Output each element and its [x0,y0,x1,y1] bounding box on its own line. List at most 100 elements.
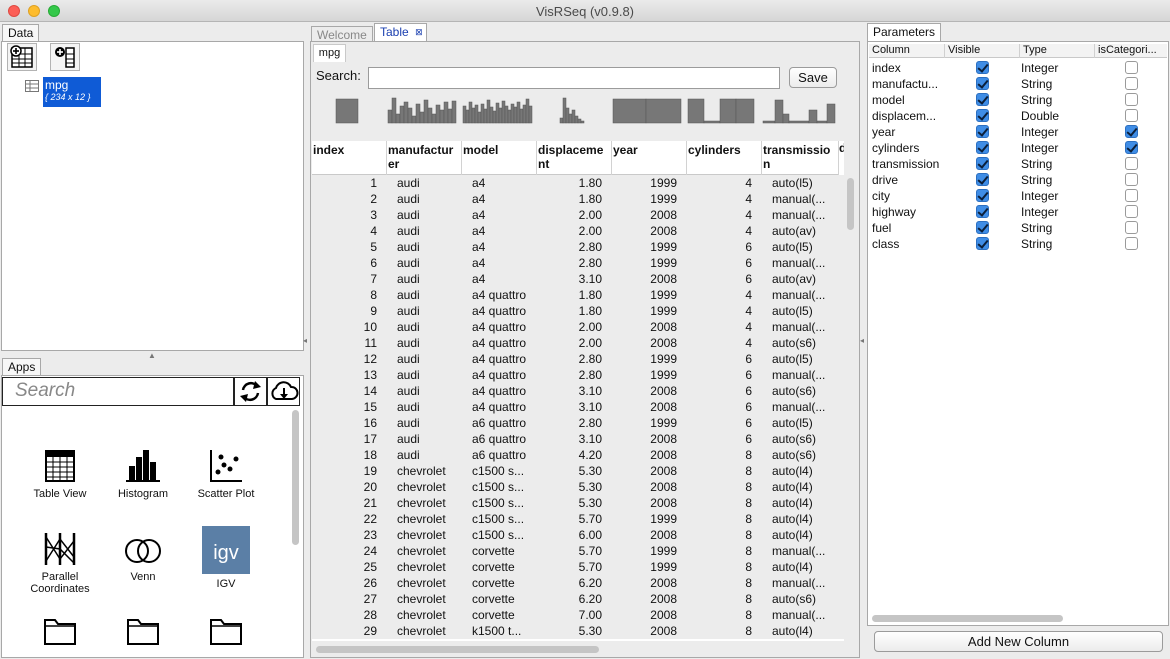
visible-checkbox[interactable] [976,61,989,74]
visible-checkbox[interactable] [976,125,989,138]
app-parallel-coordinates[interactable]: Parallel Coordinates [25,531,95,595]
table-row[interactable]: 28 chevrolet corvette 7.00 2008 8 manual(... [312,607,844,623]
tab-parameters[interactable]: Parameters [867,23,942,42]
tab-table[interactable]: Table ⊠ [374,23,427,42]
categorical-checkbox[interactable] [1125,109,1138,122]
table-row[interactable]: 25 chevrolet corvette 5.70 1999 8 auto(l4) [312,559,844,575]
tab-data[interactable]: Data [2,24,40,42]
table-row[interactable]: 5 audi a4 2.80 1999 6 auto(l5) [312,239,844,255]
visible-checkbox[interactable] [976,93,989,106]
table-row[interactable]: 29 chevrolet k1500 t... 5.30 2008 8 auto(l4) [312,623,844,639]
table-row[interactable]: 2 audi a4 1.80 1999 4 manual(... [312,191,844,207]
categorical-checkbox[interactable] [1125,237,1138,250]
visible-checkbox[interactable] [976,237,989,250]
categorical-checkbox[interactable] [1125,189,1138,202]
left-splitter-handle[interactable]: ◂ [303,336,307,345]
app-venn[interactable]: Venn [108,531,178,583]
add-new-column-button[interactable]: Add New Column [874,631,1163,652]
param-header-visible[interactable]: Visible [945,44,1020,58]
categorical-checkbox[interactable] [1125,157,1138,170]
categorical-checkbox[interactable] [1125,221,1138,234]
column-header-transmission[interactable]: transmission [762,141,839,175]
close-tab-icon[interactable]: ⊠ [415,24,423,41]
table-row[interactable]: 12 audi a4 quattro 2.80 1999 6 auto(l5) [312,351,844,367]
parameter-row[interactable]: highway Integer [869,204,1167,220]
visible-checkbox[interactable] [976,205,989,218]
table-row[interactable]: 1 audi a4 1.80 1999 4 auto(l5) [312,175,844,191]
save-button[interactable]: Save [789,67,837,88]
parameter-row[interactable]: transmission String [869,156,1167,172]
table-row[interactable]: 27 chevrolet corvette 6.20 2008 8 auto(s6) [312,591,844,607]
table-row[interactable]: 14 audi a4 quattro 3.10 2008 6 auto(s6) [312,383,844,399]
subtab-mpg[interactable]: mpg [313,44,346,62]
table-row[interactable]: 13 audi a4 quattro 2.80 1999 6 manual(... [312,367,844,383]
parameter-row[interactable]: cylinders Integer [869,140,1167,156]
column-header-cylinders[interactable]: cylinders [687,141,762,175]
categorical-checkbox[interactable] [1125,141,1138,154]
tab-apps[interactable]: Apps [2,358,42,376]
table-row[interactable]: 23 chevrolet c1500 s... 6.00 2008 8 auto(l4) [312,527,844,543]
table-search-input[interactable] [368,67,780,89]
categorical-checkbox[interactable] [1125,93,1138,106]
table-row[interactable]: 21 chevrolet c1500 s... 5.30 2008 8 auto(l4) [312,495,844,511]
visible-checkbox[interactable] [976,221,989,234]
table-row[interactable]: 24 chevrolet corvette 5.70 1999 8 manual(... [312,543,844,559]
table-row[interactable]: 18 audi a6 quattro 4.20 2008 8 auto(s6) [312,447,844,463]
table-row[interactable]: 20 chevrolet c1500 s... 5.30 2008 8 auto(l4) [312,479,844,495]
table-row[interactable]: 7 audi a4 3.10 2008 6 auto(av) [312,271,844,287]
parameter-row[interactable]: drive String [869,172,1167,188]
column-header-displacement[interactable]: displacement [537,141,612,175]
table-row[interactable]: 22 chevrolet c1500 s... 5.70 1999 8 auto(l4) [312,511,844,527]
table-row[interactable]: 4 audi a4 2.00 2008 4 auto(av) [312,223,844,239]
app-folder-1[interactable] [25,614,95,650]
refresh-apps-button[interactable] [234,377,267,406]
column-header-model[interactable]: model [462,141,537,175]
tree-item-mpg[interactable]: mpg { 234 x 12 } [43,77,101,107]
table-horizontal-scrollbar[interactable] [316,646,599,653]
table-row[interactable]: 19 chevrolet c1500 s... 5.30 2008 8 auto(l4) [312,463,844,479]
categorical-checkbox[interactable] [1125,205,1138,218]
categorical-checkbox[interactable] [1125,125,1138,138]
app-igv[interactable]: igv IGV [191,526,261,590]
table-row[interactable]: 15 audi a4 quattro 3.10 2008 6 manual(... [312,399,844,415]
column-header-index[interactable]: index [312,141,387,175]
parameter-row[interactable]: fuel String [869,220,1167,236]
table-row[interactable]: 16 audi a6 quattro 2.80 1999 6 auto(l5) [312,415,844,431]
parameter-row[interactable]: index Integer [869,60,1167,76]
table-row[interactable]: 8 audi a4 quattro 1.80 1999 4 manual(... [312,287,844,303]
visible-checkbox[interactable] [976,141,989,154]
table-row[interactable]: 6 audi a4 2.80 1999 6 manual(... [312,255,844,271]
column-header-year[interactable]: year [612,141,687,175]
table-row[interactable]: 9 audi a4 quattro 1.80 1999 4 auto(l5) [312,303,844,319]
table-vertical-scrollbar[interactable] [847,178,854,230]
param-header-type[interactable]: Type [1020,44,1095,58]
parameter-row[interactable]: city Integer [869,188,1167,204]
categorical-checkbox[interactable] [1125,173,1138,186]
add-table-button[interactable] [7,43,37,71]
column-header-manufacturer[interactable]: manufacturer [387,141,462,175]
parameter-row[interactable]: year Integer [869,124,1167,140]
categorical-checkbox[interactable] [1125,77,1138,90]
categorical-checkbox[interactable] [1125,61,1138,74]
parameter-row[interactable]: manufactu... String [869,76,1167,92]
parameter-row[interactable]: displacem... Double [869,108,1167,124]
parameter-row[interactable]: class String [869,236,1167,252]
right-splitter-handle[interactable]: ◂ [860,336,864,345]
visible-checkbox[interactable] [976,77,989,90]
parameter-row[interactable]: model String [869,92,1167,108]
apps-scrollbar[interactable] [292,410,299,545]
visible-checkbox[interactable] [976,189,989,202]
app-folder-2[interactable] [108,614,178,650]
parameters-scrollbar[interactable] [872,615,1063,622]
app-table-view[interactable]: Table View [25,448,95,500]
splitter-handle[interactable]: ▲ [148,351,156,360]
table-row[interactable]: 17 audi a6 quattro 3.10 2008 6 auto(s6) [312,431,844,447]
table-row[interactable]: 26 chevrolet corvette 6.20 2008 8 manual(... [312,575,844,591]
param-header-column[interactable]: Column [869,44,945,58]
add-column-button[interactable] [50,43,80,71]
visible-checkbox[interactable] [976,157,989,170]
table-row[interactable]: 11 audi a4 quattro 2.00 2008 4 auto(s6) [312,335,844,351]
visible-checkbox[interactable] [976,109,989,122]
download-apps-button[interactable] [267,377,300,406]
table-row[interactable]: 10 audi a4 quattro 2.00 2008 4 manual(... [312,319,844,335]
